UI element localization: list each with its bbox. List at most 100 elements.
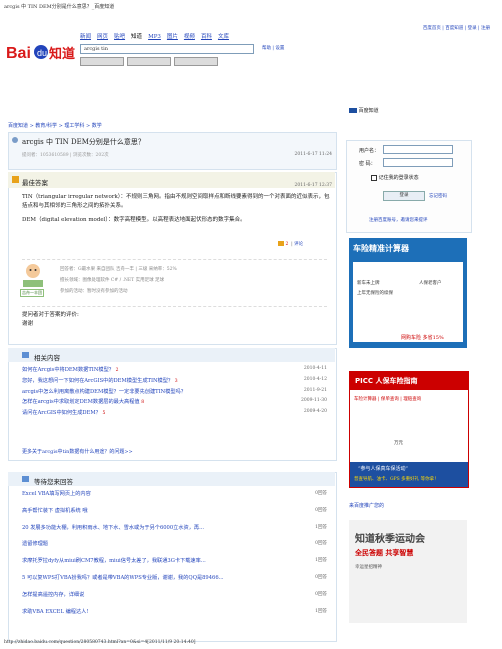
username-label: 用户名： (359, 148, 380, 154)
window-title: arcgis 中 TIN DEM分别是什么意思？_百度知道 (4, 4, 115, 10)
search-input[interactable]: arcgis tin (80, 44, 254, 54)
waiting-item-text[interactable]: 求助VBA EXCEL 编程达人! (22, 609, 88, 615)
waiting-item-text[interactable]: 怎样提高遥控内存，详细说 (22, 592, 84, 598)
related-item[interactable]: 请问在ArcGIS中如何生成DEM？ 5 2009-4-20 (22, 409, 327, 420)
ad-option[interactable]: 新车未上牌 (357, 280, 380, 286)
related-title: 相关内容 (34, 354, 60, 362)
more-related-link[interactable]: 更多关于arcgis中tin数据有什么用途？的问题>> (22, 448, 133, 455)
nav-item[interactable]: 贴吧 (114, 34, 125, 40)
nav-item[interactable]: 知道 (131, 34, 142, 40)
password-label: 密 码： (359, 161, 376, 167)
waiting-item-text[interactable]: 5 可以复WPS打VBA扮我吗？或者是带VBA的WPS专业版，谢谢，我的QQ是8… (22, 575, 224, 581)
related-item-text[interactable]: 请问在ArcGIS中如何生成DEM？ (22, 410, 101, 416)
waiting-item-text[interactable]: 求摩托罗拉dyfy从miui刷CM7教程，miui信号太差了，我联通3G卡下载速… (22, 558, 206, 564)
related-item-date: 2010-4-12 (303, 376, 327, 382)
waiting-item[interactable]: 高手帮忙装下 虚拟机系统 哦 0回答 (22, 507, 327, 524)
evaluation-text: 谢谢 (22, 321, 34, 327)
related-item-count: 5 (102, 411, 106, 417)
register-link[interactable]: 注册百度账号，邀请您来提评 (369, 217, 428, 223)
password-input[interactable] (383, 158, 453, 167)
flag-icon (349, 108, 357, 113)
answer-button[interactable] (174, 57, 218, 66)
waiting-item-count: 0回答 (315, 541, 327, 547)
waiting-item[interactable]: 5 可以复WPS打VBA扮我吗？或者是带VBA的WPS专业版，谢谢，我的QQ是8… (22, 574, 327, 591)
picc-unit: 万元 (394, 441, 403, 446)
thumb-up-icon[interactable] (278, 241, 284, 246)
nav-item[interactable]: 新闻 (80, 34, 91, 40)
divider (22, 259, 327, 260)
related-item-date: 2010-4-11 (303, 366, 327, 371)
ad3-small: 幸运星招精神 (355, 565, 382, 570)
waiting-item[interactable]: 求摩托罗拉dyfy从miui刷CM7教程，miui信号太差了，我联通3G卡下载速… (22, 557, 327, 574)
forgot-password-link[interactable]: 忘记密码 (429, 193, 447, 199)
best-answer-icon (12, 176, 19, 183)
waiting-item[interactable]: 求助VBA EXCEL 编程达人! 1回答 (22, 608, 327, 625)
status-url: http://zhidao.baidu.com/question/2805807… (4, 640, 196, 645)
comment-link[interactable]: 评论 (294, 242, 303, 247)
ad-option[interactable]: 人保老客户 (419, 280, 442, 286)
remember-label: 记住我的登录状态 (378, 175, 419, 181)
breadcrumb[interactable]: 百度知道 > 教育/科学 > 理工学科 > 数学 (8, 122, 102, 129)
nav-item[interactable]: 图片 (167, 34, 178, 40)
answerer-line: 回答者：G最水果 来自团队 吉舟一丰 | 三级 采纳率：52% (60, 267, 177, 272)
evaluation-title: 提问者对于答案的评价: (22, 312, 79, 318)
waiting-title: 等待您来回答 (34, 478, 73, 486)
waiting-item-text[interactable]: 遗留修理题 (22, 541, 48, 547)
car-insurance-ad[interactable]: 车险精准计算器 新车未上牌 人保老客户 上年无保险的续保 网购车险 多省15% (349, 238, 467, 348)
search-answer-button[interactable] (80, 57, 124, 66)
login-button[interactable]: 登录 (383, 191, 425, 201)
waiting-item[interactable]: 怎样提高遥控内存，详细说 0回答 (22, 591, 327, 608)
vote-area: 2 | 评论 (278, 241, 303, 247)
nav-item[interactable]: MP3 (148, 34, 161, 40)
waiting-item[interactable]: 20 发展多功能大棚，利用积雨水、地下水、雪水或为于另个6000立水资，再...… (22, 524, 327, 541)
nav-item[interactable]: 网页 (97, 34, 108, 40)
waiting-item-text[interactable]: Excel VBA填写网页上的内容 (22, 491, 91, 497)
waiting-item[interactable]: Excel VBA填写网页上的内容 0回答 (22, 490, 327, 507)
related-item-text[interactable]: 您好，我这想问一下如何在ArcGIS中的DEM模型生成TIN模型？ (22, 378, 173, 384)
baidu-zhidao-logo[interactable]: Bai du 知道 (6, 38, 76, 66)
waiting-icon (22, 476, 29, 482)
waiting-item[interactable]: 遗留修理题 0回答 (22, 540, 327, 557)
picc-slogan: “参与人保真车保活动” (358, 466, 409, 472)
picc-tabs[interactable]: 车险计算器 | 保单查询 | 理赔查询 (354, 396, 421, 402)
related-item-text[interactable]: 怎样在arcgis中求取划定DEM数据层的最大高程值 (22, 399, 140, 405)
nav-bar: 新闻 网页 贴吧 知道 MP3 图片 视频 百科 文库 (80, 32, 235, 40)
answer-paragraph: DEM（digital elevation model）：数字高程模型。以高程表… (22, 217, 246, 223)
help-settings-links[interactable]: 帮助 | 设置 (262, 45, 284, 51)
team-badge: 吉舟一丰团 (20, 289, 44, 297)
sidebar-head: 百度知道 (349, 107, 379, 114)
divider (22, 306, 327, 307)
answerer-line: 参加的活动：暂时没有参加的活动 (60, 289, 128, 294)
username-input[interactable] (383, 145, 453, 154)
answerer-line: 擅长领域：图像处理软件 C# / .NET 实用足球 足球 (60, 278, 165, 283)
picc-ad[interactable]: PICC 人保车险指南 车险计算器 | 保单查询 | 理赔查询 万元 “参与人保… (349, 371, 469, 488)
top-links[interactable]: 百度首页 | 百度知道 | 登录 | 注册 (423, 25, 490, 31)
related-item-date: 2011-9-21 (303, 387, 327, 393)
svg-text:du: du (37, 48, 47, 58)
related-item[interactable]: arcgis中怎么利用离散点构建DEM模型？一定非要先创建TIN模型吗？ 201… (22, 388, 327, 399)
remember-checkbox[interactable]: 记住我的登录状态 (371, 174, 419, 181)
login-box: 用户名： 密 码： 记住我的登录状态 登录 忘记密码 注册百度账号，邀请您来提评 (346, 140, 472, 233)
best-answer-header (8, 172, 335, 188)
avatar[interactable] (22, 262, 44, 288)
related-list: 如何在Arcgis中将DEM数据TIN模型？ 2 2010-4-11 您好，我这想问… (22, 366, 327, 420)
ad-option[interactable]: 上年无保险的续保 (357, 290, 393, 296)
ad-promo-link[interactable]: 来百度推广您的 (349, 502, 384, 509)
autumn-games-ad[interactable]: 知道秋季运动会 全民答题 共享智慧 幸运星招精神 (349, 520, 467, 623)
svg-text:Bai: Bai (6, 45, 31, 62)
related-item[interactable]: 怎样在arcgis中求取划定DEM数据层的最大高程值 8 2009-11-30 (22, 398, 327, 409)
svg-text:知道: 知道 (49, 46, 75, 62)
nav-item[interactable]: 百科 (201, 34, 212, 40)
related-item[interactable]: 您好，我这想问一下如何在ArcGIS中的DEM模型生成TIN模型？ 3 2010-… (22, 377, 327, 388)
ask-button[interactable] (127, 57, 171, 66)
related-item-count: 2 (115, 368, 119, 373)
related-item[interactable]: 如何在Arcgis中将DEM数据TIN模型？ 2 2010-4-11 (22, 366, 327, 377)
nav-item[interactable]: 视频 (184, 34, 195, 40)
waiting-item-text[interactable]: 高手帮忙装下 虚拟机系统 哦 (22, 508, 88, 514)
waiting-item-count: 1回答 (315, 524, 327, 530)
ad-title: 车险精准计算器 (353, 244, 409, 253)
nav-item[interactable]: 文库 (218, 34, 229, 40)
related-item-text[interactable]: 如何在Arcgis中将DEM数据TIN模型？ (22, 367, 114, 373)
related-item-text[interactable]: arcgis中怎么利用离散点构建DEM模型？一定非要先创建TIN模型吗？ (22, 389, 186, 395)
waiting-item-text[interactable]: 20 发展多功能大棚，利用积雨水、地下水、雪水或为于另个6000立水资，再... (22, 525, 204, 531)
